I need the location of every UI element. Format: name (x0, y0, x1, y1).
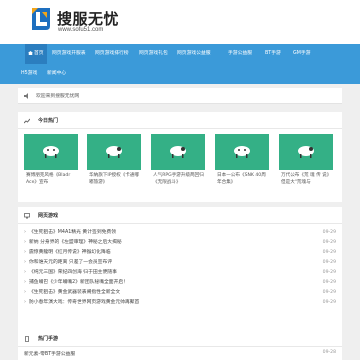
card-caption[interactable]: 万代公布《荒 魂 传 说》 但是大"荒魂与 (281, 172, 333, 186)
logo-icon[interactable] (30, 6, 52, 32)
list-item-title[interactable]: 你和谁天元的距离 只差了一会员宣布评 (29, 258, 112, 267)
sheep-icon (170, 146, 186, 158)
chevron-right-icon: › (24, 299, 26, 305)
list-item-date: 09-29 (322, 230, 336, 235)
list-item[interactable]: › 震惊黄龍明《红月传说》神猴幻化降临 09-29 (24, 248, 336, 257)
card-caption[interactable]: 人气RPG手游升级两回归《无限战斗》 (153, 172, 205, 186)
list-item[interactable]: › 新纳 分身界的《左盟审理》神秘之后大揭秘 09-29 (24, 238, 336, 247)
trend-icon (24, 118, 30, 124)
sheep-icon (106, 146, 122, 158)
web-games-title: 网页游戏 (38, 213, 59, 219)
list-item-title[interactable]: 防小春年演大戏：传奇世界网页游戏黄金元帅再聚首 (29, 298, 139, 307)
card-caption[interactable]: 赛博朋克风格《Bladr Ace》宣布 (26, 172, 78, 186)
hot-panel-header: 今日热门 (18, 112, 342, 129)
site-header: 搜服无忧 www.sofu51.com (0, 0, 360, 44)
nav-mobile-public[interactable]: 手游公益服 (225, 44, 255, 64)
sheep-icon (234, 146, 250, 158)
chevron-right-icon: › (24, 229, 26, 235)
monitor-icon (24, 213, 30, 219)
list-item-title[interactable]: 《纯元三国》荣纪四创海 归于田主便随事 (29, 268, 117, 277)
card-thumbnail[interactable] (151, 134, 205, 170)
nav-gm[interactable]: GM手游 (290, 44, 313, 64)
chevron-right-icon: › (24, 289, 26, 295)
nav-bt[interactable]: BT手游 (262, 44, 284, 64)
list-item-date: 09-29 (322, 260, 336, 265)
list-item-title[interactable]: 《生死狙击》M4A1精光 黄计签到免费领 (29, 228, 116, 237)
list-item[interactable]: › 《纯元三国》荣纪四创海 归于田主便随事 09-29 (24, 268, 336, 277)
list-item-title[interactable]: 捕鱼嘴巴《少年嘴嘴2》新团队秘嘴全面开启！ (29, 278, 128, 287)
list-item-date: 09-29 (322, 290, 336, 295)
notice-text: 欢迎来到搜服无忧网 (36, 94, 80, 99)
card-caption[interactable]: 华納旗下IP授权《卡通嘟嘟旅游》 (89, 172, 141, 186)
site-title[interactable]: 搜服无忧 (57, 8, 119, 29)
list-item-date: 09-29 (322, 250, 336, 255)
sheep-icon (43, 146, 59, 158)
list-item[interactable]: › 《生死狙击》M4A1精光 黄计签到免费领 09-29 (24, 228, 336, 237)
card-thumbnail[interactable] (87, 134, 141, 170)
mobile-games-title: 热门手游 (38, 336, 59, 342)
nav-web-public[interactable]: 网页游戏公益服 (174, 44, 214, 64)
list-item[interactable]: › 《生死狙击》黄金武器装表阐指性全新全文 09-29 (24, 288, 336, 297)
site-url: www.sofu51.com (58, 27, 104, 33)
nav-ranking[interactable]: 网页游戏排行榜 (92, 44, 132, 64)
speaker-icon (24, 93, 28, 99)
list-item-date: 09-28 (322, 350, 336, 355)
list-item-date: 09-29 (322, 270, 336, 275)
list-item-title[interactable]: 震惊黄龍明《红月传说》神猴幻化降临 (29, 248, 111, 257)
nav-home[interactable]: 首页 (25, 44, 47, 64)
nav-news[interactable]: 新闻中心 (44, 64, 69, 84)
list-item-date: 09-29 (322, 300, 336, 305)
chevron-right-icon: › (24, 259, 26, 265)
chevron-right-icon: › (24, 249, 26, 255)
list-item-title[interactable]: 《生死狙击》黄金武器装表阐指性全新全文 (29, 288, 120, 297)
list-item[interactable]: › 捕鱼嘴巴《少年嘴嘴2》新团队秘嘴全面开启！ 09-29 (24, 278, 336, 287)
hot-card[interactable]: 日本一公布《SNK 40周年合集》 (215, 134, 269, 196)
card-thumbnail[interactable] (215, 134, 269, 170)
list-item[interactable]: › 你和谁天元的距离 只差了一会员宣布评 09-29 (24, 258, 336, 267)
nav-h5[interactable]: H5游戏 (18, 64, 40, 84)
card-thumbnail[interactable] (24, 134, 78, 170)
nav-kaifu[interactable]: 网页游戏开服表 (49, 44, 89, 64)
phone-icon (25, 336, 29, 342)
list-item-title[interactable]: 新元素-零BT手游公益服 (24, 350, 75, 357)
hot-card[interactable]: 万代公布《荒 魂 传 说》 但是大"荒魂与 (279, 134, 333, 196)
hot-title: 今日热门 (38, 118, 59, 124)
web-games-header: 网页游戏 (18, 207, 342, 224)
list-item-title[interactable]: 新纳 分身界的《左盟审理》神秘之后大揭秘 (29, 238, 122, 247)
mobile-games-panel: 热门手游 新元素-零BT手游公益服 09-28 (18, 330, 342, 360)
sheep-icon (298, 146, 314, 158)
nav-gift[interactable]: 网页游戏礼包 (136, 44, 171, 64)
chevron-right-icon: › (24, 269, 26, 275)
hot-card[interactable]: 华納旗下IP授权《卡通嘟嘟旅游》 (87, 134, 141, 196)
mobile-games-header: 热门手游 (18, 330, 342, 347)
list-item[interactable]: › 防小春年演大戏：传奇世界网页游戏黄金元帅再聚首 09-29 (24, 298, 336, 307)
hot-card[interactable]: 赛博朋克风格《Bladr Ace》宣布 (24, 134, 78, 196)
notice-bar: 欢迎来到搜服无忧网 (18, 88, 342, 104)
card-thumbnail[interactable] (279, 134, 333, 170)
main-nav: 首页 网页游戏开服表 网页游戏排行榜 网页游戏礼包 网页游戏公益服 手游公益服 … (0, 44, 360, 84)
home-icon (28, 50, 33, 55)
chevron-right-icon: › (24, 239, 26, 245)
card-caption[interactable]: 日本一公布《SNK 40周年合集》 (217, 172, 269, 186)
list-item-date: 09-29 (322, 240, 336, 245)
hot-panel: 今日热门 赛博朋克风格《Bladr Ace》宣布 华納旗下IP授权《卡通嘟嘟旅游… (18, 112, 342, 202)
list-item-date: 09-29 (322, 280, 336, 285)
chevron-right-icon: › (24, 279, 26, 285)
hot-card[interactable]: 人气RPG手游升级两回归《无限战斗》 (151, 134, 205, 196)
